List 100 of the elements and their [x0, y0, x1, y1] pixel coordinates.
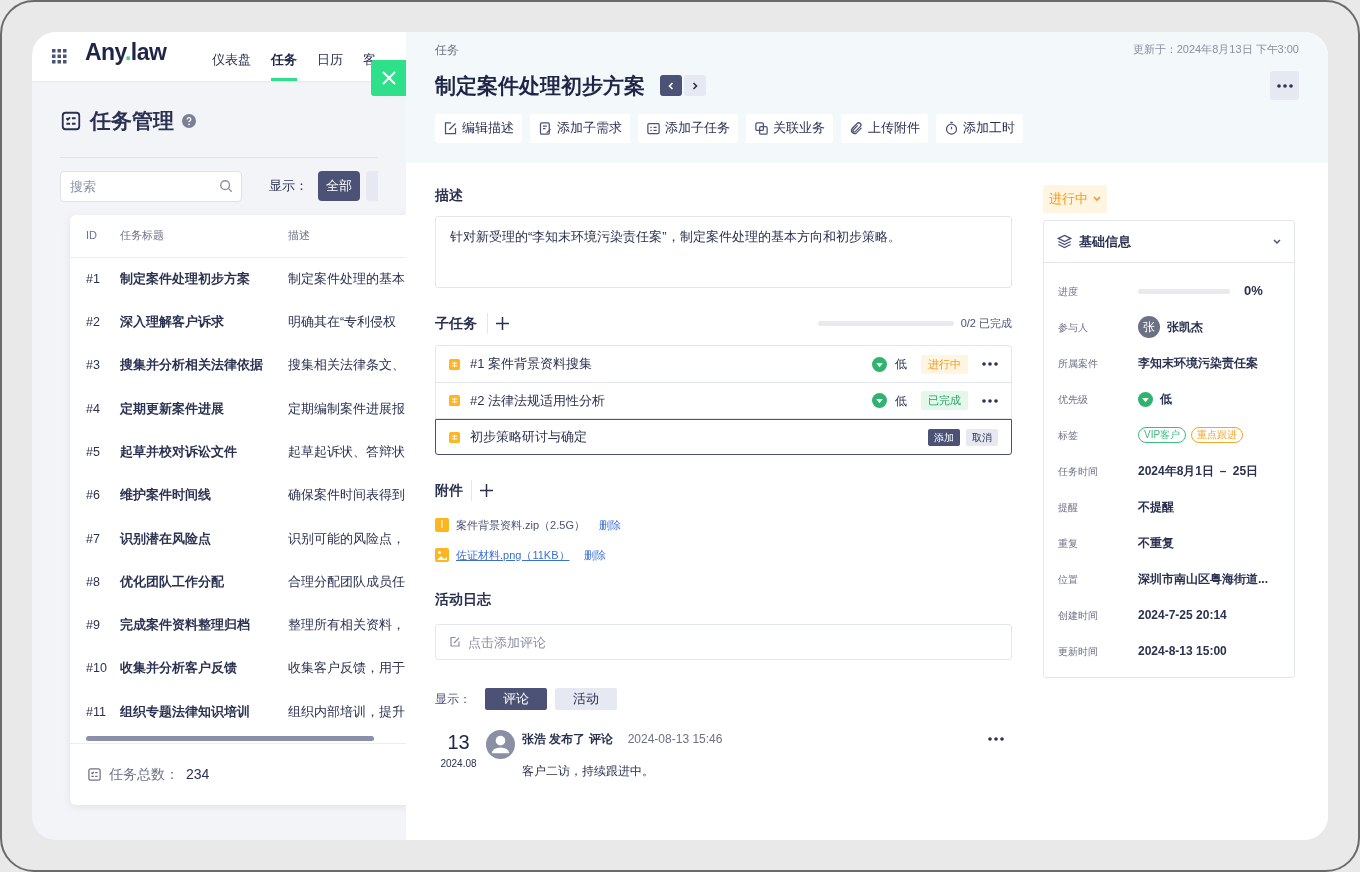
- field-value: 不提醒: [1138, 499, 1174, 516]
- subtask-row[interactable]: #1 案件背景资料搜集 低 进行中: [436, 346, 1011, 382]
- table-cell-text: #7: [85, 530, 101, 548]
- apps-grid-icon[interactable]: [52, 49, 67, 64]
- nav-tab[interactable]: 日历: [317, 49, 344, 69]
- action-button[interactable]: 添加子需求: [530, 113, 630, 143]
- subtask-title: #2 法律法规适用性分析: [470, 391, 606, 410]
- section-heading: 子任务: [435, 313, 488, 334]
- cancel-button[interactable]: 取消: [966, 428, 998, 446]
- scrollbar[interactable]: [86, 735, 374, 741]
- action-button[interactable]: 添加工时: [936, 113, 1023, 143]
- section-heading: 活动日志: [435, 590, 492, 609]
- breadcrumb[interactable]: 任务: [435, 41, 459, 59]
- task-list-icon: [87, 766, 102, 782]
- table-cell-text: #10: [85, 660, 108, 678]
- table-cell-text: 维护案件时间线: [120, 486, 212, 505]
- table-cell-text: 起草起诉状、答辩状: [288, 443, 406, 461]
- add-icon[interactable]: [496, 317, 509, 330]
- table-cell-text: #3: [85, 357, 101, 375]
- field-label: 创建时间: [1058, 608, 1099, 623]
- table-cell-text: 搜集并分析相关法律依据: [120, 357, 264, 375]
- info-header[interactable]: 基础信息: [1044, 221, 1294, 263]
- more-icon: [988, 737, 1004, 741]
- priority-down-icon: [1138, 391, 1153, 407]
- entry-day: 13: [447, 730, 470, 754]
- app-logo[interactable]: Any.law: [85, 34, 167, 69]
- table-cell-text: 收集并分析客户反馈: [120, 659, 238, 678]
- delete-link[interactable]: 删除: [583, 546, 606, 563]
- file-link[interactable]: 佐证材料.png（11KB）: [456, 546, 570, 563]
- table-cell-text: 识别可能的风险点，: [288, 530, 406, 548]
- field-label: 提醒: [1058, 500, 1079, 515]
- search-field[interactable]: 搜索: [60, 170, 242, 202]
- field-label: 标签: [1058, 428, 1079, 443]
- next-button[interactable]: [684, 75, 706, 97]
- action-button[interactable]: 编辑描述: [435, 113, 522, 143]
- subtask-title: #1 案件背景资料搜集: [470, 355, 593, 374]
- entry-text: 客户二访，持续跟进中。: [522, 763, 655, 780]
- subtask-row[interactable]: #2 法律法规适用性分析 低 已完成: [436, 382, 1011, 418]
- table-cell-text: #1: [85, 270, 101, 288]
- table-cell-text: #4: [85, 400, 101, 418]
- linked-squares-icon: [754, 120, 769, 136]
- field-value: 张凯杰: [1167, 319, 1203, 336]
- image-file-icon: [435, 547, 449, 562]
- entry-author: 张浩 发布了 评论: [522, 731, 613, 748]
- comment-field[interactable]: 点击添加评论: [435, 624, 1012, 660]
- table-cell-text: #2: [85, 314, 101, 332]
- task-card-icon: [449, 395, 460, 406]
- column-header: 任务标题: [120, 228, 165, 244]
- table-cell-text: 组织专题法律知识培训: [120, 703, 251, 721]
- filter-button[interactable]: 全部: [318, 171, 360, 201]
- field-value: 低: [1160, 391, 1172, 408]
- chevron-right-icon: [691, 81, 699, 90]
- field-label: 任务时间: [1058, 464, 1099, 479]
- action-button[interactable]: 上传附件: [841, 113, 928, 143]
- help-icon[interactable]: [182, 113, 196, 128]
- add-button[interactable]: 添加: [928, 428, 960, 446]
- entry-time: 2024-08-13 15:46: [627, 731, 723, 748]
- delete-link[interactable]: 删除: [598, 517, 621, 534]
- field-label: 更新时间: [1058, 644, 1099, 659]
- priority-down-icon: [872, 356, 887, 372]
- updated-time: 更新于：2024年8月13日 下午3:00: [1132, 42, 1299, 57]
- field-value: 深圳市南山区粤海街道...: [1138, 571, 1268, 588]
- field-value: 2024-8-13 15:00: [1138, 643, 1227, 660]
- description-text[interactable]: 针对新受理的“李知末环境污染责任案”，制定案件处理的基本方向和初步策略。: [435, 216, 1012, 288]
- nav-tab[interactable]: 仪表盘: [212, 49, 252, 69]
- action-button[interactable]: 添加子任务: [638, 113, 738, 143]
- activity-tab[interactable]: 活动: [555, 688, 617, 710]
- field-value: 2024年8月1日 － 25日: [1138, 463, 1259, 480]
- field-label: 所属案件: [1058, 356, 1099, 371]
- section-heading: 描述: [435, 186, 464, 205]
- section-heading: 附件: [435, 480, 472, 501]
- new-subtask-field[interactable]: 初步策略研讨与确定 添加 取消: [435, 419, 1012, 455]
- layers-icon: [1057, 234, 1072, 249]
- field-label: 重复: [1058, 536, 1079, 551]
- field-label: 进度: [1058, 284, 1079, 299]
- subtask-name-input[interactable]: 初步策略研讨与确定: [470, 427, 928, 447]
- page-title: 任务管理: [90, 108, 174, 134]
- add-icon[interactable]: [480, 484, 493, 497]
- table-cell-text: 组织内部培训，提升: [288, 703, 406, 721]
- priority-label: 低: [895, 392, 907, 410]
- previous-button[interactable]: [660, 75, 682, 97]
- table-cell-text: 整理所有相关资料，: [288, 617, 406, 635]
- task-list-icon: [646, 120, 661, 136]
- action-button[interactable]: 关联业务: [746, 113, 833, 143]
- field-label: 参与人: [1058, 320, 1089, 335]
- task-card-icon: [449, 431, 460, 443]
- task-card-icon: [449, 358, 460, 370]
- activity-tab[interactable]: 评论: [485, 688, 547, 710]
- total-count: 234: [186, 764, 210, 784]
- column-header: 描述: [288, 228, 310, 244]
- more-icon: [1276, 83, 1293, 88]
- more-icon: [982, 398, 998, 403]
- field-value: 不重复: [1138, 535, 1174, 552]
- entry-month: 2024.08: [440, 757, 477, 771]
- table-cell-text: #8: [85, 573, 101, 591]
- filter-label: 显示：: [435, 691, 471, 708]
- nav-tab[interactable]: 任务: [271, 49, 298, 81]
- field-label: 优先级: [1058, 392, 1089, 407]
- table-cell-text: 搜集相关法律条文、: [288, 357, 406, 375]
- avatar: 张: [1138, 316, 1160, 338]
